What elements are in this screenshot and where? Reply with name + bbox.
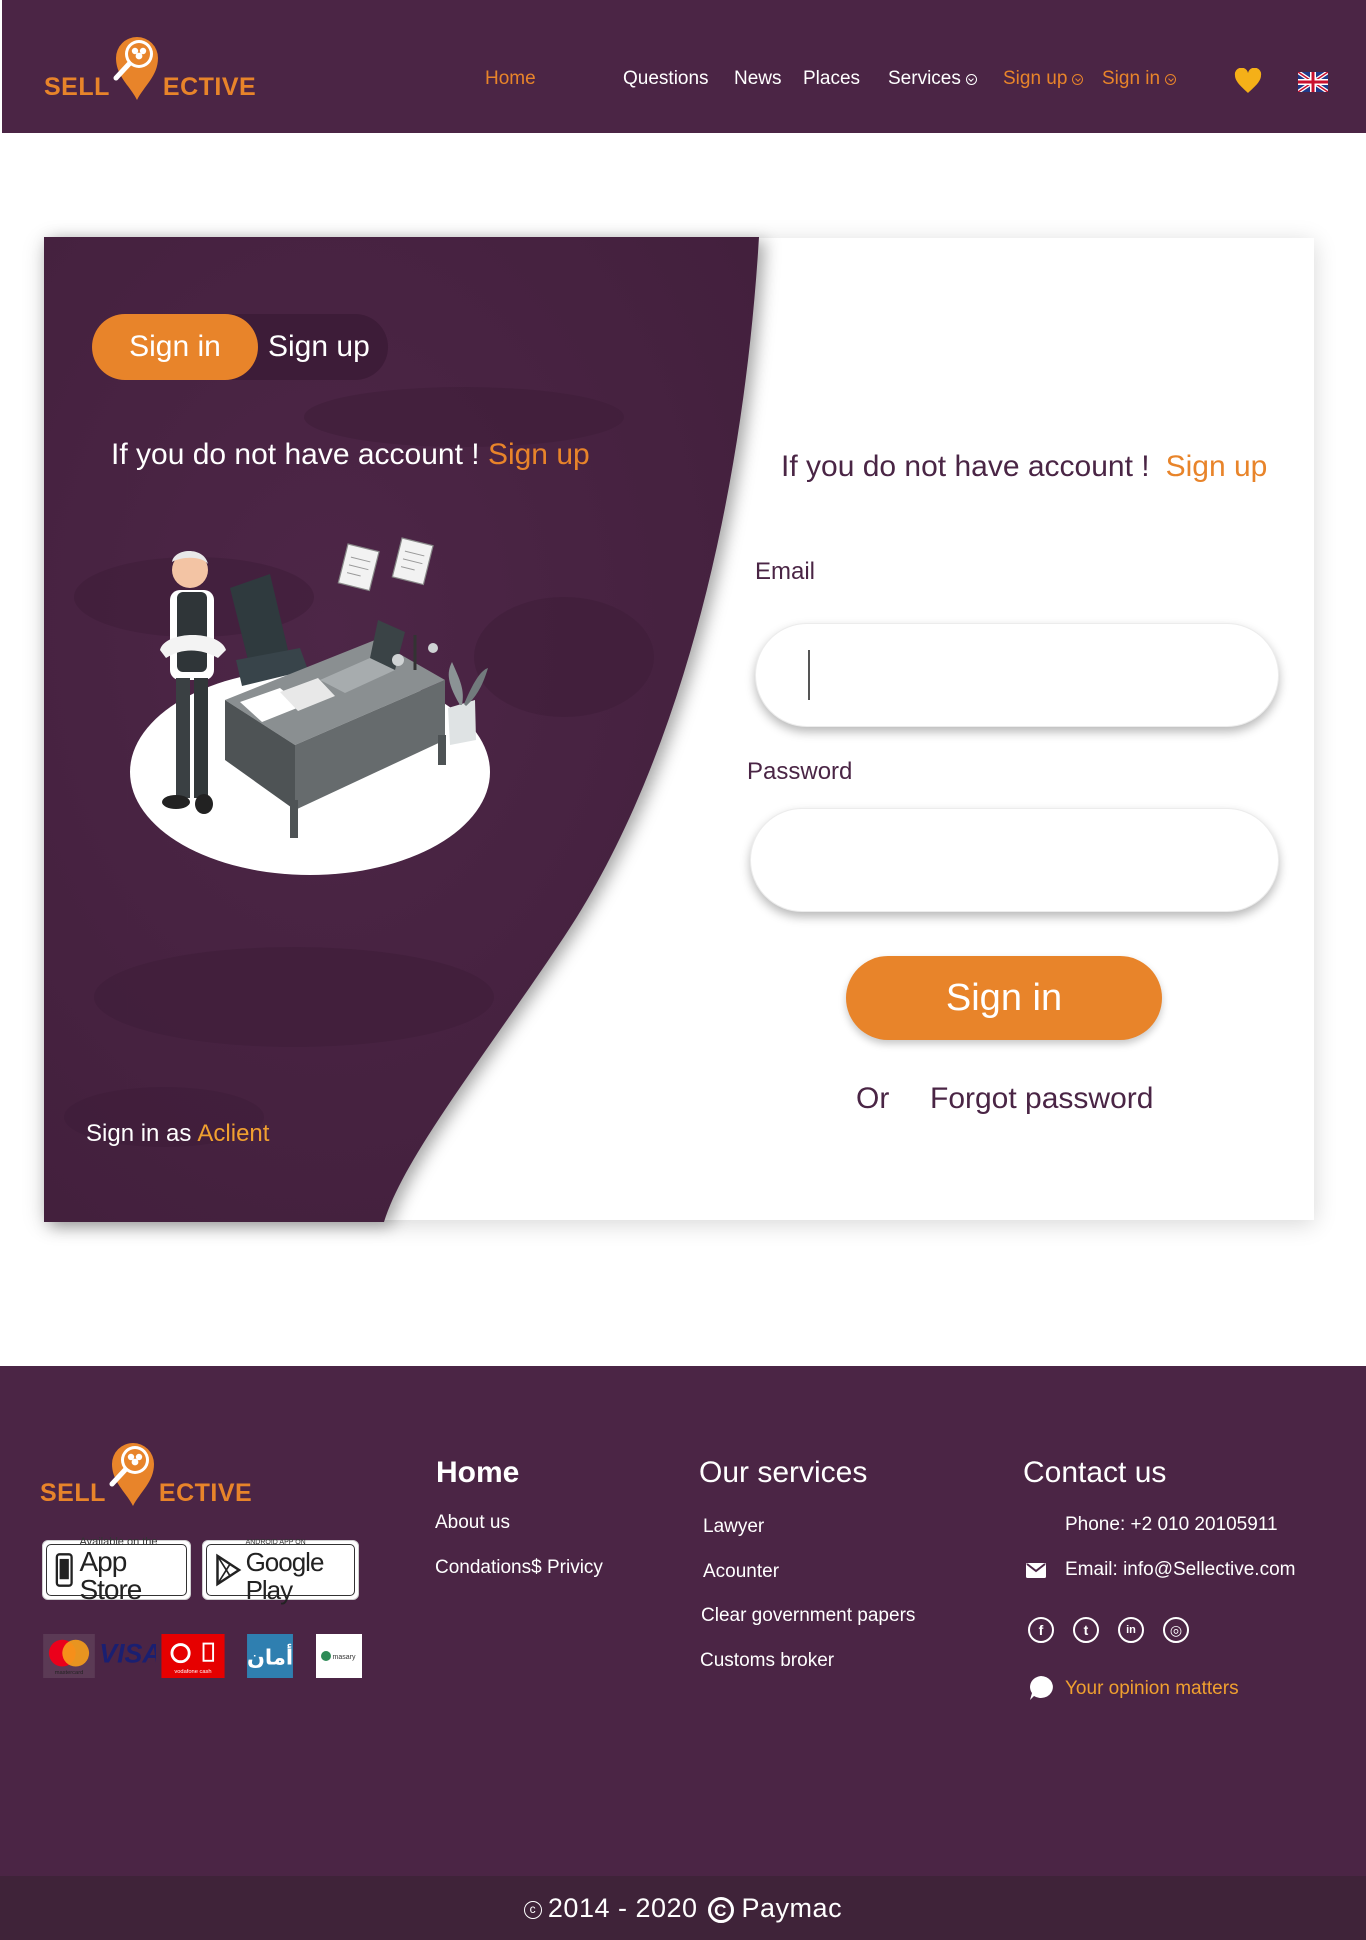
app-store-badge[interactable]: Available on the App Store — [42, 1536, 191, 1603]
uk-flag-icon[interactable] — [1298, 72, 1328, 92]
sign-in-as-label: Sign in as — [86, 1120, 192, 1147]
masary-icon: masary — [316, 1634, 362, 1678]
visa-text: VISA — [99, 1639, 156, 1669]
feedback-link[interactable]: Your opinion matters — [1065, 1678, 1239, 1700]
logo-word-right: ECTIVE — [158, 1479, 253, 1507]
google-play-big: Google Play — [245, 1546, 325, 1605]
nav-sign-in[interactable]: Sign in — [1102, 68, 1177, 90]
password-field[interactable] — [751, 809, 1278, 911]
vodafone-cash-icon: vodafone cash — [161, 1634, 225, 1678]
masary-text: masary — [333, 1654, 356, 1661]
facebook-icon[interactable]: f — [1028, 1617, 1054, 1643]
email-field-wrapper — [755, 623, 1279, 727]
visa-icon: VISA — [99, 1639, 156, 1669]
google-play-badge-inner: ANDROID APP ON Google Play — [206, 1539, 355, 1604]
nav-services-label: Services — [888, 68, 961, 89]
aman-icon: أمان — [247, 1634, 293, 1678]
footer-service-customs[interactable]: Customs broker — [700, 1650, 834, 1672]
sign-in-as-client-link[interactable]: Aclient — [197, 1120, 269, 1147]
main-nav: Home Questions News Places Services Sign… — [2, 0, 1366, 133]
vodafone-cash-text: vodafone cash — [174, 1669, 211, 1675]
form-prompt: If you do not have account ! Sign up — [781, 450, 1267, 484]
aman-text: أمان — [247, 1643, 293, 1670]
form-prompt-text: If you do not have account ! — [781, 450, 1150, 483]
google-play-text: ANDROID APP ON Google Play — [246, 1537, 354, 1604]
toggle-sign-up[interactable]: Sign up — [268, 314, 370, 380]
footer-phone: Phone: +2 010 20105911 — [1065, 1514, 1278, 1535]
logo-word-left: SELL — [40, 1479, 106, 1507]
footer-about-link[interactable]: About us — [435, 1512, 510, 1534]
mail-icon — [1026, 1563, 1046, 1578]
nav-questions[interactable]: Questions — [623, 68, 709, 90]
linkedin-icon[interactable]: in — [1118, 1617, 1144, 1643]
email-field[interactable] — [756, 624, 1278, 726]
mastercard-icon: mastercard — [43, 1634, 95, 1678]
heart-icon[interactable] — [1234, 68, 1262, 94]
footer-service-accounter[interactable]: Acounter — [703, 1561, 779, 1583]
form-prompt-sign-up-link[interactable]: Sign up — [1166, 450, 1268, 483]
logo-pin-icon — [108, 1436, 158, 1508]
chevron-down-icon — [965, 74, 977, 85]
app-store-text: Available on the App Store — [79, 1536, 186, 1605]
google-play-icon — [216, 1553, 242, 1587]
instagram-icon[interactable]: ◎ — [1163, 1617, 1189, 1643]
text-caret — [808, 650, 810, 700]
nav-places[interactable]: Places — [803, 68, 860, 90]
password-field-wrapper — [750, 808, 1279, 912]
copyright-bar: c 2014 - 2020 C Paymac — [0, 1876, 1366, 1940]
app-store-big: App Store — [79, 1545, 142, 1605]
or-label: Or — [856, 1082, 890, 1115]
chevron-down-icon — [1072, 74, 1084, 85]
sign-in-button[interactable]: Sign in — [846, 956, 1162, 1040]
footer-services-title: Our services — [699, 1456, 868, 1489]
twitter-icon[interactable]: t — [1073, 1617, 1099, 1643]
footer-service-lawyer[interactable]: Lawyer — [703, 1516, 764, 1538]
chat-bubble-icon — [1030, 1676, 1053, 1700]
chevron-down-icon — [1165, 74, 1177, 85]
nav-sign-up-label: Sign up — [1003, 68, 1068, 89]
app-store-badge-inner: Available on the App Store — [46, 1536, 187, 1603]
google-play-small: ANDROID APP ON — [245, 1538, 306, 1546]
copyright-icon: C — [707, 1897, 734, 1923]
side-prompt-text: If you do not have account ! — [111, 438, 480, 471]
password-label: Password — [747, 758, 853, 785]
nav-services[interactable]: Services — [888, 68, 977, 90]
sign-in-as: Sign in as Aclient — [86, 1120, 269, 1148]
nav-sign-in-label: Sign in — [1102, 68, 1161, 89]
footer-home-title[interactable]: Home — [436, 1456, 519, 1490]
mastercard-text: mastercard — [55, 1670, 84, 1676]
side-prompt-sign-up-link[interactable]: Sign up — [488, 438, 590, 471]
copyright-years: 2014 - 2020 — [547, 1892, 698, 1923]
footer-logo[interactable]: SELL ECTIVE — [40, 1436, 252, 1508]
office-illustration — [130, 537, 490, 875]
copyright-icon: c — [523, 1901, 542, 1919]
footer-email[interactable]: Email: info@Sellective.com — [1065, 1559, 1295, 1581]
footer-service-gov-papers[interactable]: Clear government papers — [701, 1605, 915, 1627]
nav-news[interactable]: News — [734, 68, 782, 90]
toggle-sign-in[interactable]: Sign in — [92, 314, 258, 380]
forgot-password-link[interactable]: Forgot password — [930, 1082, 1153, 1116]
email-label: Email — [755, 558, 816, 585]
copyright-owner: Paymac — [741, 1892, 843, 1923]
side-panel-prompt: If you do not have account ! Sign up — [111, 438, 590, 472]
google-play-badge[interactable]: ANDROID APP ON Google Play — [202, 1539, 359, 1604]
top-navbar: SELL ECTIVE Home Questions News Places S… — [2, 0, 1366, 133]
nav-home[interactable]: Home — [485, 68, 536, 90]
phone-icon — [55, 1553, 73, 1587]
auth-mode-toggle: Sign in Sign up — [92, 314, 388, 380]
nav-sign-up[interactable]: Sign up — [1003, 68, 1084, 90]
footer-contact-title: Contact us — [1023, 1456, 1167, 1489]
footer-terms-link[interactable]: Condations$ Privicy — [435, 1557, 603, 1579]
